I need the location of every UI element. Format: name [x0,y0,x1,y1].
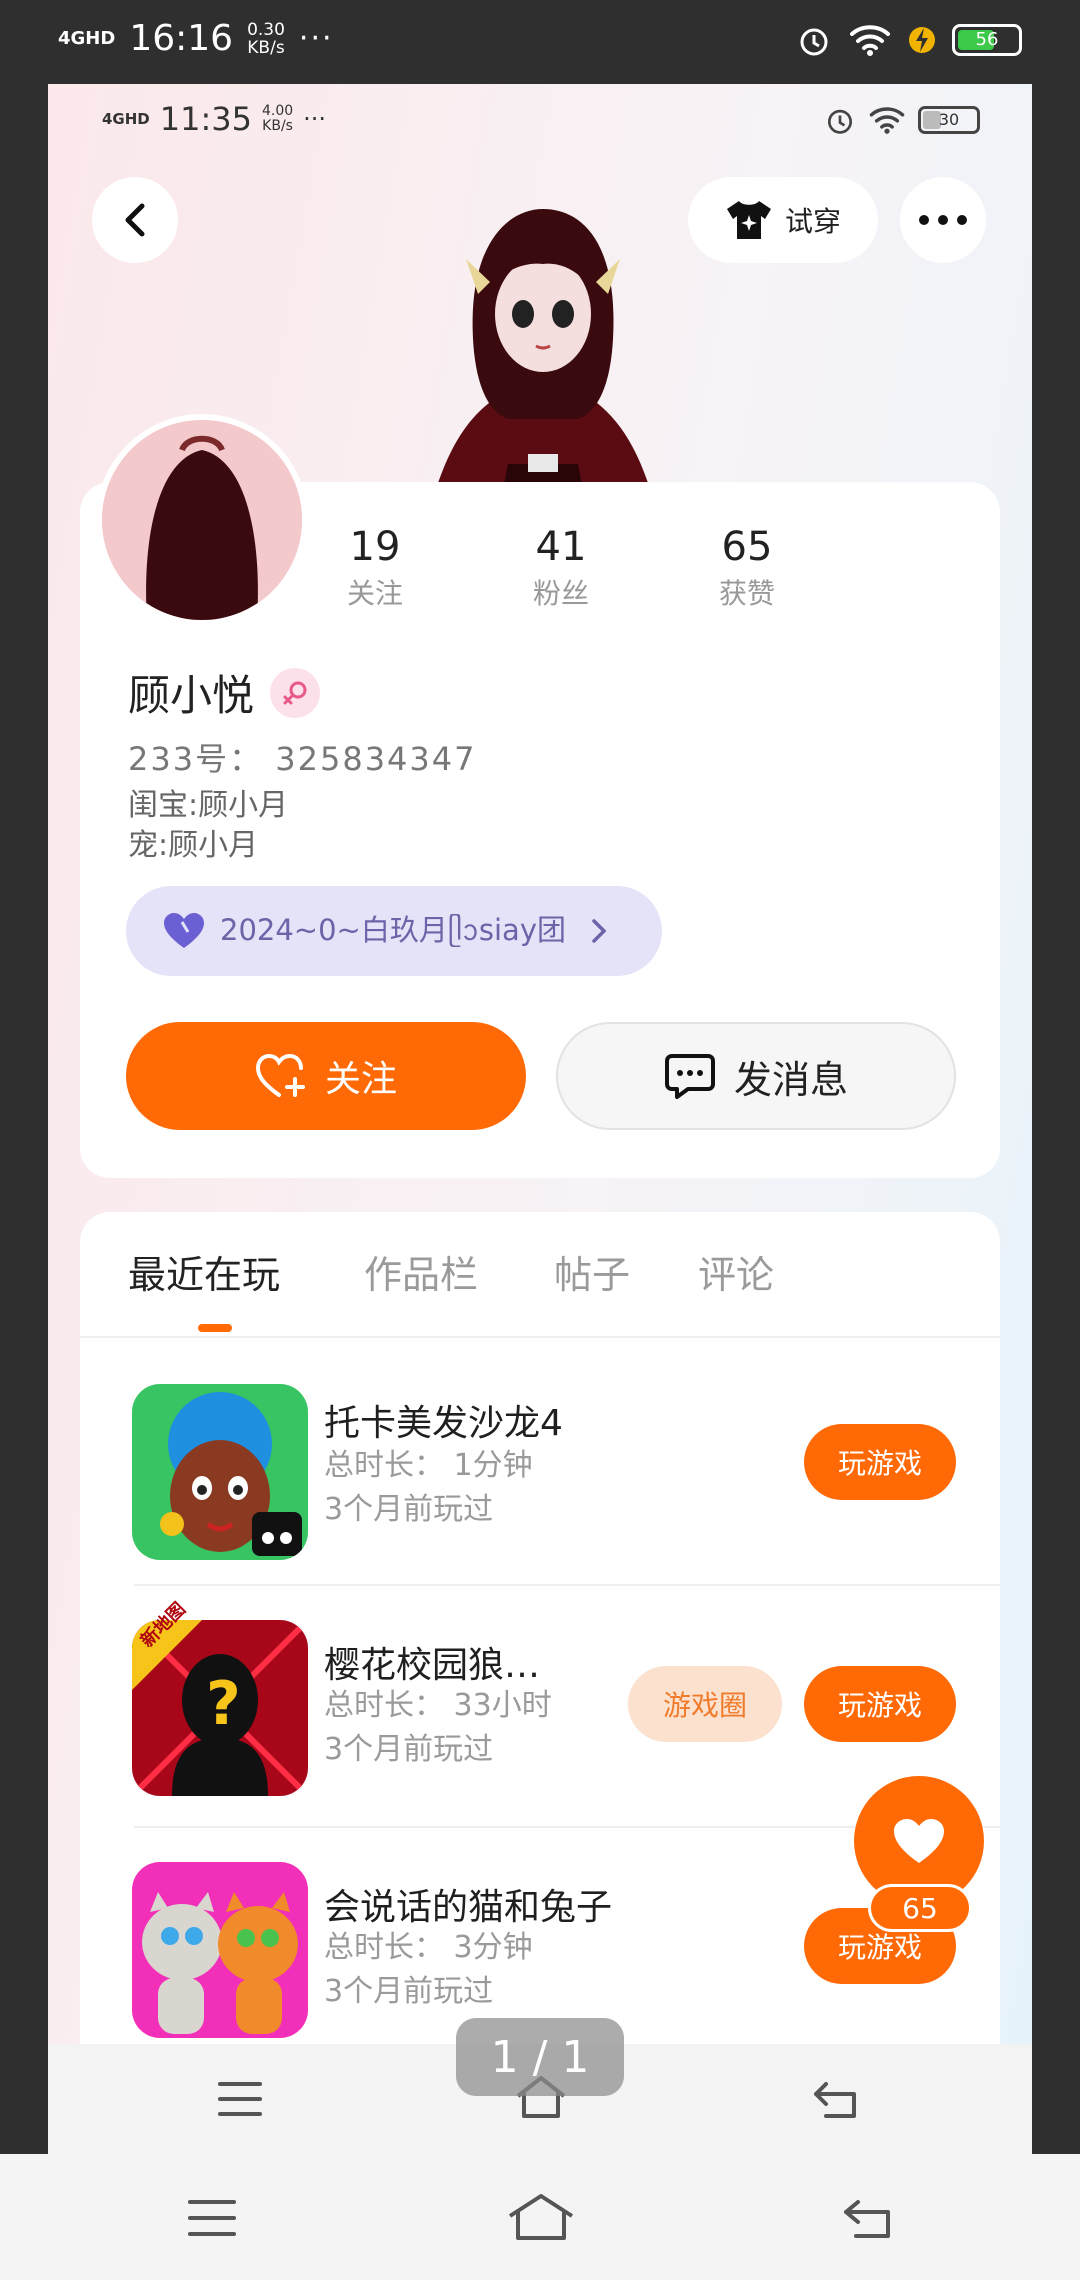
bio-line: 闺宝:顾小月 [128,788,289,823]
inner-status-bar: 4GHD 11:35 4.00 KB/s ··· 30 [48,84,1032,160]
more-status-icon: ··· [303,105,327,133]
tshirt-icon [726,201,771,239]
charging-icon [909,27,935,53]
status-time: 16:16 [129,18,234,59]
heart-icon [164,913,204,948]
alarm-icon [828,109,852,134]
inner-screen: 4GHD 11:35 4.00 KB/s ··· 30 试穿 19 关注 41 … [48,84,1032,2154]
battery-level: 56 [975,29,999,50]
avatar[interactable] [96,414,308,626]
tab-works[interactable]: 作品栏 [364,1244,478,1299]
speed-value: 0.30 [247,19,285,40]
game-title: 会说话的猫和兔子 [324,1887,613,1928]
more-status-icon: ··· [298,21,334,56]
follow-button[interactable]: 关注 [126,1022,526,1130]
group-label: 2024~0~白玖月ᥫᩣsiay团 [220,912,566,947]
stat-label: 粉丝 [532,577,589,610]
speed-value: 4.00 [261,103,294,119]
game-meta: 总时长： 1分钟 3个月前玩过 [324,1444,533,1532]
message-button[interactable]: 发消息 [556,1022,956,1130]
svg-text:?: ? [206,1669,241,1739]
network-speed: 0.30 KB/s [247,21,285,57]
chat-bubble-icon [664,1054,715,1099]
game-meta: 总时长： 3分钟 3个月前玩过 [324,1926,533,2014]
wifi-icon [850,25,890,56]
group-badge[interactable]: 2024~0~白玖月ᥫᩣsiay团 [126,886,662,976]
chevron-left-icon [125,203,145,237]
tab-comments[interactable]: 评论 [698,1244,774,1299]
heart-plus-icon [255,1053,305,1097]
avatar-image [102,420,302,620]
tab-active-indicator [198,1324,232,1332]
stat-value: 19 [349,524,401,570]
outer-status-bar: 4GHD 16:16 0.30 KB/s ··· 56 [0,0,1080,84]
game-last-played: 3个月前玩过 [324,1974,494,2009]
menu-icon[interactable] [216,2078,264,2120]
signal-indicator: 4GHD [102,110,150,128]
stat-likes[interactable]: 65 获赞 [682,524,812,612]
try-on-label: 试穿 [784,205,841,238]
game-icon-talking-cat[interactable] [132,1862,308,2038]
username-row: 顾小悦 [128,662,321,723]
game-title: 樱花校园狼… [324,1645,541,1686]
tab-recently-played[interactable]: 最近在玩 [128,1244,280,1299]
female-icon [270,667,321,718]
speed-unit: KB/s [262,118,293,134]
stat-label: 获赞 [718,577,775,610]
outer-navigation-bar [0,2154,1080,2280]
game-duration: 总时长： 1分钟 [324,1448,533,1483]
play-game-button[interactable]: 玩游戏 [804,1424,956,1500]
try-on-button[interactable]: 试穿 [688,177,878,263]
speed-unit: KB/s [247,37,285,58]
wifi-icon [869,107,905,134]
game-meta: 总时长： 33小时 3个月前玩过 [324,1684,552,1772]
game-duration: 总时长： 3分钟 [324,1930,533,1965]
stat-following[interactable]: 19 关注 [310,524,440,612]
page-indicator: 1 / 1 [456,2018,624,2096]
heart-icon [894,1819,944,1863]
divider [80,1336,1000,1338]
battery-level: 30 [938,110,960,129]
play-game-button[interactable]: 玩游戏 [804,1666,956,1742]
bio-line: 宠:顾小月 [128,828,259,863]
menu-icon[interactable] [186,2196,238,2240]
home-icon[interactable] [506,2192,576,2242]
chevron-right-icon [592,919,607,943]
battery-icon: 56 [952,24,1022,56]
stat-value: 41 [535,524,587,570]
network-speed: 4.00 KB/s [262,104,293,134]
signal-indicator: 4GHD [58,27,116,49]
game-circle-button[interactable]: 游戏圈 [628,1666,782,1742]
divider [134,1584,1000,1586]
game-title: 托卡美发沙龙4 [324,1403,563,1444]
status-time: 11:35 [159,100,252,138]
bio: 闺宝:顾小月 宠:顾小月 [128,786,288,866]
back-button[interactable] [92,177,178,263]
game-last-played: 3个月前玩过 [324,1732,494,1767]
username: 顾小悦 [128,671,255,720]
game-icon-sakura-school[interactable]: ? [132,1620,308,1796]
stat-value: 65 [721,524,773,570]
follow-label: 关注 [324,1059,397,1100]
alarm-icon [800,28,828,56]
game-last-played: 3个月前玩过 [324,1492,494,1527]
message-label: 发消息 [733,1057,848,1102]
back-icon[interactable] [842,2196,896,2240]
more-options-button[interactable] [900,177,986,263]
stat-fans[interactable]: 41 粉丝 [496,524,626,612]
game-duration: 总时长： 33小时 [324,1688,552,1723]
more-dots-icon [919,215,967,225]
user-id: 233号： 325834347 [128,740,477,778]
stat-label: 关注 [346,577,403,610]
battery-icon: 30 [918,106,980,134]
tab-posts[interactable]: 帖子 [554,1244,630,1299]
like-count: 65 [868,1884,972,1932]
game-icon-hair-salon[interactable] [132,1384,308,1560]
back-icon[interactable] [812,2078,862,2120]
